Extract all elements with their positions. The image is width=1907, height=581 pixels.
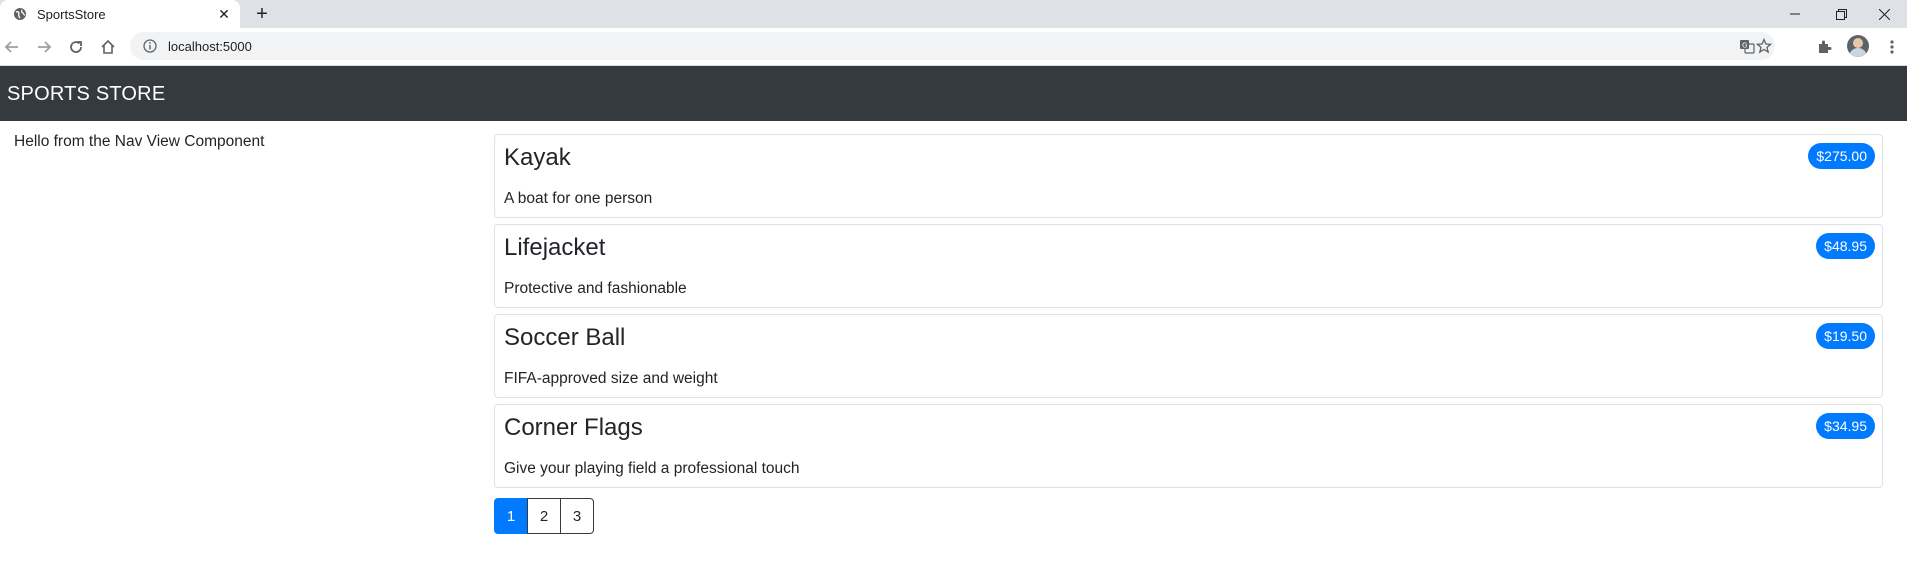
- product-list: Kayak $275.00 A boat for one person Life…: [494, 134, 1883, 494]
- menu-dots-icon[interactable]: [1880, 35, 1904, 59]
- bookmark-star-icon[interactable]: [1752, 34, 1776, 58]
- page-link-2[interactable]: 2: [527, 498, 561, 534]
- brand-title[interactable]: SPORTS STORE: [7, 83, 165, 106]
- product-card: Kayak $275.00 A boat for one person: [494, 134, 1883, 218]
- product-card: Soccer Ball $19.50 FIFA-approved size an…: [494, 314, 1883, 398]
- product-description: Protective and fashionable: [504, 280, 687, 297]
- product-description: A boat for one person: [504, 190, 653, 207]
- product-name: Soccer Ball: [504, 324, 626, 351]
- site-navbar: SPORTS STORE: [0, 66, 1907, 121]
- product-card: Lifejacket $48.95 Protective and fashion…: [494, 224, 1883, 308]
- price-badge: $275.00: [1808, 143, 1875, 169]
- product-name: Corner Flags: [504, 414, 643, 441]
- home-icon[interactable]: [96, 35, 120, 59]
- info-icon[interactable]: [142, 38, 158, 54]
- page-link-1[interactable]: 1: [494, 498, 528, 534]
- nav-view-component-text: Hello from the Nav View Component: [14, 133, 265, 150]
- minimize-icon[interactable]: [1772, 0, 1818, 28]
- svg-text:G: G: [1742, 42, 1747, 50]
- price-badge: $19.50: [1816, 323, 1875, 349]
- product-description: FIFA-approved size and weight: [504, 370, 718, 387]
- back-icon[interactable]: [0, 35, 24, 59]
- product-card: Corner Flags $34.95 Give your playing fi…: [494, 404, 1883, 488]
- new-tab-icon[interactable]: +: [252, 3, 272, 25]
- url-text: localhost:5000: [168, 38, 252, 54]
- product-name: Kayak: [504, 144, 571, 171]
- browser-toolbar: localhost:5000 G: [0, 28, 1907, 66]
- extensions-icon[interactable]: [1812, 35, 1836, 59]
- close-window-icon[interactable]: [1861, 0, 1907, 28]
- browser-tab-bar: SportsStore ✕ +: [0, 0, 1907, 28]
- close-tab-icon[interactable]: ✕: [216, 6, 232, 22]
- page-link-3[interactable]: 3: [560, 498, 594, 534]
- product-name: Lifejacket: [504, 234, 606, 261]
- forward-icon[interactable]: [32, 35, 56, 59]
- globe-icon: [12, 6, 28, 22]
- price-badge: $48.95: [1816, 233, 1875, 259]
- price-badge: $34.95: [1816, 413, 1875, 439]
- profile-avatar[interactable]: [1847, 35, 1869, 57]
- browser-tab[interactable]: SportsStore ✕: [0, 0, 240, 28]
- reload-icon[interactable]: [64, 35, 88, 59]
- restore-icon[interactable]: [1818, 0, 1864, 28]
- product-description: Give your playing field a professional t…: [504, 460, 800, 477]
- tab-title: SportsStore: [37, 6, 106, 22]
- pagination: 1 2 3: [494, 498, 594, 534]
- address-bar[interactable]: localhost:5000 G: [130, 32, 1775, 60]
